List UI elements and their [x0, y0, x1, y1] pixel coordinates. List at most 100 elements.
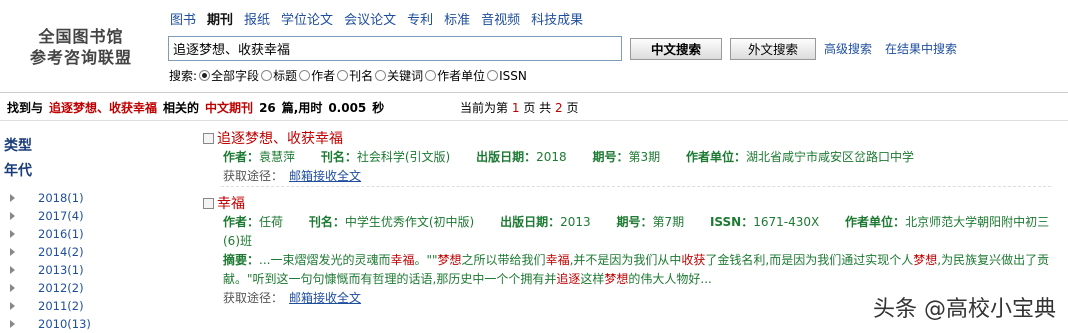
abstract-highlight: 梦想	[437, 253, 462, 267]
nav-item-tech-achievements[interactable]: 科技成果	[531, 9, 583, 28]
email-fulltext-link[interactable]: 邮箱接收全文	[289, 291, 361, 305]
chinese-search-button[interactable]: 中文搜索	[630, 37, 722, 60]
result-title-link[interactable]: 幸福	[217, 193, 245, 213]
abstract-text: 了金钱名利,而是因为我们通过实现个人	[705, 253, 914, 267]
abstract-label: 摘要：	[223, 253, 260, 267]
page-info-prefix: 当前为第	[460, 101, 509, 115]
radio-author-org[interactable]: 作者单位	[425, 67, 485, 84]
journal-label: 刊名：	[308, 215, 345, 229]
result-list: 追逐梦想、收获幸福 作者：袁慧萍 刊名：社会科学(引文版) 出版日期：2018 …	[203, 128, 1053, 307]
nav-item-theses[interactable]: 学位论文	[281, 9, 333, 28]
year-facet-item[interactable]: 2013(1)	[4, 261, 154, 279]
summary-prefix: 找到与	[7, 101, 44, 115]
radio-icon	[261, 70, 273, 81]
year-facet-list: 2018(1) 2017(4) 2016(1) 2014(2) 2013(1) …	[4, 189, 154, 333]
result-title-link[interactable]: 追逐梦想、收获幸福	[217, 128, 343, 148]
radio-label: 全部字段	[211, 69, 260, 83]
facet-heading-year[interactable]: 年代	[4, 159, 154, 184]
nav-item-newspapers[interactable]: 报纸	[244, 9, 270, 28]
nav-item-books[interactable]: 图书	[170, 9, 196, 28]
advanced-search-link[interactable]: 高级搜索	[824, 40, 872, 57]
abstract-highlight: 幸福	[545, 253, 570, 267]
foreign-search-button[interactable]: 外文搜索	[730, 37, 816, 60]
radio-label: 关键词	[387, 69, 424, 83]
radio-label: 刊名	[349, 69, 374, 83]
summary-count: 26	[259, 101, 276, 115]
year-facet-label: 2010(13)	[38, 317, 91, 331]
summary-time-suffix: 秒	[372, 101, 385, 115]
logo-line-2: 参考咨询联盟	[29, 48, 132, 67]
header-divider	[0, 92, 1068, 93]
date-label: 出版日期：	[476, 150, 537, 164]
result-checkbox[interactable]	[203, 132, 214, 144]
year-facet-item[interactable]: 2018(1)	[4, 189, 154, 207]
author-label: 作者：	[223, 215, 260, 229]
abstract-text: 这样	[580, 272, 605, 286]
abstract-highlight: 追逐	[556, 272, 581, 286]
journal-value: 社会科学(引文版)	[356, 150, 451, 164]
year-facet-label: 2014(2)	[38, 245, 84, 259]
abstract-text: ...一束熠熠发光的灵魂而	[259, 253, 391, 267]
year-facet-item[interactable]: 2017(4)	[4, 207, 154, 225]
nav-item-standards[interactable]: 标准	[444, 9, 470, 28]
year-facet-item[interactable]: 2010(13)	[4, 315, 154, 333]
issn-label: ISSN：	[709, 215, 754, 229]
nav-item-journals[interactable]: 期刊	[207, 9, 233, 28]
issue-label: 期号：	[616, 215, 653, 229]
logo-line-1: 全国图书馆	[38, 27, 124, 46]
year-facet-label: 2016(1)	[38, 227, 84, 241]
nav-item-patents[interactable]: 专利	[407, 9, 433, 28]
radio-icon	[425, 70, 437, 81]
access-label: 获取途径：	[223, 291, 284, 305]
radio-journal[interactable]: 刊名	[337, 67, 373, 84]
radio-icon	[487, 70, 499, 81]
search-input[interactable]	[168, 36, 622, 61]
page-info-mid: 页 共	[523, 101, 552, 115]
author-label: 作者：	[223, 150, 260, 164]
expand-arrow-icon	[10, 212, 15, 220]
year-facet-item[interactable]: 2011(2)	[4, 297, 154, 315]
radio-icon	[299, 70, 311, 81]
radio-issn[interactable]: ISSN	[487, 69, 527, 83]
year-facet-item[interactable]: 2012(2)	[4, 279, 154, 297]
radio-label: 作者单位	[437, 69, 486, 83]
search-bar: 中文搜索 外文搜索 高级搜索 在结果中搜索	[168, 36, 957, 61]
watermark-text: 头条 @高校小宝典	[873, 297, 1056, 322]
nav-item-conference-papers[interactable]: 会议论文	[344, 9, 396, 28]
issn-value: 1671-430X	[753, 215, 820, 229]
journal-label: 刊名：	[320, 150, 357, 164]
date-value: 2018	[536, 150, 567, 164]
radio-all-fields[interactable]: 全部字段	[199, 67, 259, 84]
year-facet-label: 2011(2)	[38, 299, 84, 313]
year-facet-item[interactable]: 2014(2)	[4, 243, 154, 261]
year-facet-label: 2017(4)	[38, 209, 84, 223]
radio-author[interactable]: 作者	[299, 67, 335, 84]
summary-time: 0.005	[328, 101, 367, 115]
year-facet-item[interactable]: 2016(1)	[4, 225, 154, 243]
summary-count-suffix: 篇,用时	[281, 101, 323, 115]
year-facet-label: 2013(1)	[38, 263, 84, 277]
abstract-text: 之所以带给我们	[461, 253, 546, 267]
facet-heading-type[interactable]: 类型	[4, 134, 154, 159]
radio-label: 作者	[311, 69, 336, 83]
radio-title[interactable]: 标题	[261, 67, 297, 84]
result-abstract: 摘要：...一束熠熠发光的灵魂而幸福。""梦想之所以带给我们幸福,并不是因为我们…	[223, 251, 1053, 289]
page-info: 当前为第 1 页 共 2 页	[460, 99, 578, 116]
issue-label: 期号：	[592, 150, 629, 164]
abstract-highlight: 梦想	[913, 253, 938, 267]
abstract-text: 。""	[414, 253, 438, 267]
site-logo[interactable]: 全国图书馆 参考咨询联盟	[22, 26, 140, 68]
summary-divider	[0, 120, 1068, 121]
result-access: 获取途径： 邮箱接收全文	[223, 167, 1053, 185]
summary-query: 追逐梦想、收获幸福	[49, 101, 158, 115]
result-checkbox[interactable]	[203, 197, 214, 209]
abstract-highlight: 收获	[681, 253, 706, 267]
radio-keyword[interactable]: 关键词	[375, 67, 423, 84]
nav-item-audio-video[interactable]: 音视频	[481, 9, 520, 28]
email-fulltext-link[interactable]: 邮箱接收全文	[289, 169, 361, 183]
search-field-options: 搜索: 全部字段 标题 作者 刊名 关键词 作者单位 ISSN	[169, 67, 529, 84]
expand-arrow-icon	[10, 302, 15, 310]
expand-arrow-icon	[10, 284, 15, 292]
date-label: 出版日期：	[500, 215, 561, 229]
search-within-results-link[interactable]: 在结果中搜索	[885, 40, 957, 57]
